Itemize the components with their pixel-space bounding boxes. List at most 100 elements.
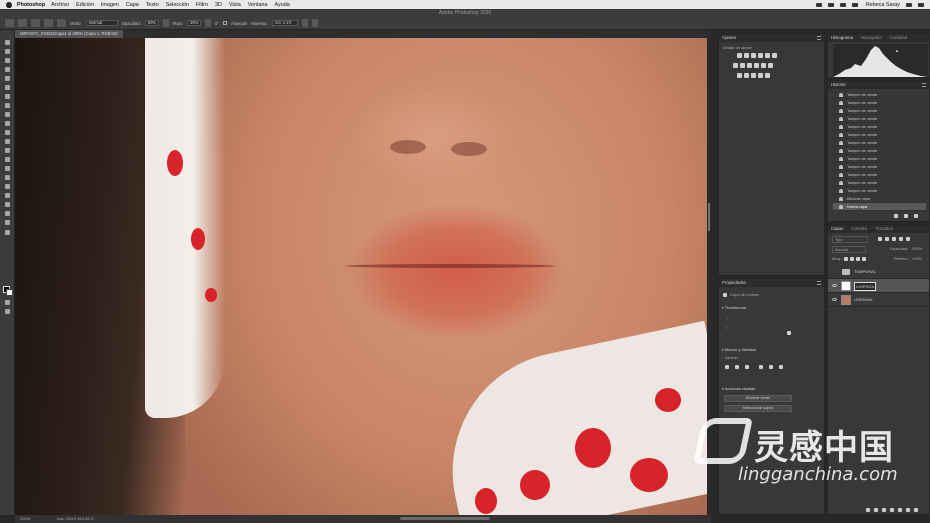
- layer-mask-icon[interactable]: [882, 508, 886, 512]
- tab-paths[interactable]: Trazados: [875, 225, 893, 233]
- align-left-icon[interactable]: [725, 365, 729, 369]
- history-item[interactable]: Tampón de clonar: [833, 131, 926, 139]
- doc-info[interactable]: Doc: 263,5 M/2,85 G: [57, 515, 94, 523]
- align-bottom-icon[interactable]: [779, 365, 783, 369]
- threshold-icon[interactable]: [751, 73, 756, 78]
- history-item[interactable]: Tampón de clonar: [833, 115, 926, 123]
- align-section[interactable]: Alinear y distribuir: [722, 347, 757, 352]
- photo-filter-icon[interactable]: [754, 63, 759, 68]
- filter-smart-icon[interactable]: [906, 237, 910, 241]
- adjustment-layer-icon[interactable]: [890, 508, 894, 512]
- menu-ventana[interactable]: Ventana: [248, 2, 268, 8]
- flip-icon[interactable]: [787, 331, 791, 335]
- canvas-horizontal-scrollbar[interactable]: [400, 517, 490, 520]
- curves-icon[interactable]: [751, 53, 756, 58]
- align-middle-icon[interactable]: [769, 365, 773, 369]
- angle-value[interactable]: 0°: [215, 21, 219, 26]
- lock-transparency-icon[interactable]: [844, 257, 848, 261]
- quick-select-tool-icon[interactable]: [4, 67, 11, 72]
- trash-icon[interactable]: [914, 214, 918, 218]
- menu-vista[interactable]: Vista: [229, 2, 241, 8]
- menu-capa[interactable]: Capa: [126, 2, 139, 8]
- channel-mixer-icon[interactable]: [761, 63, 766, 68]
- path-select-tool-icon[interactable]: [4, 193, 11, 198]
- lock-position-icon[interactable]: [856, 257, 860, 261]
- new-group-icon[interactable]: [898, 508, 902, 512]
- align-right-icon[interactable]: [745, 365, 749, 369]
- brightness-contrast-icon[interactable]: [737, 53, 742, 58]
- history-item[interactable]: Tampón de clonar: [833, 171, 926, 179]
- invert-icon[interactable]: [737, 73, 742, 78]
- frame-tool-icon[interactable]: [4, 85, 11, 90]
- snapshot-icon[interactable]: [904, 214, 908, 218]
- lasso-tool-icon[interactable]: [4, 58, 11, 63]
- crop-tool-icon[interactable]: [4, 76, 11, 81]
- hue-saturation-icon[interactable]: [733, 63, 738, 68]
- zoom-tool-icon[interactable]: [4, 220, 11, 225]
- selective-color-icon[interactable]: [758, 73, 763, 78]
- adjustments-tab[interactable]: Ajustes: [719, 34, 824, 42]
- app-menu[interactable]: Photoshop: [17, 2, 45, 8]
- history-item-selected[interactable]: Nueva capa: [833, 203, 926, 211]
- menu-seleccion[interactable]: Selección: [166, 2, 189, 8]
- aligned-checkbox[interactable]: [223, 21, 227, 25]
- history-item[interactable]: Tampón de clonar: [833, 155, 926, 163]
- flag-icon[interactable]: [851, 2, 858, 7]
- layer-name-edit[interactable]: LIMPIEZA: [854, 282, 877, 291]
- brush-tool-icon[interactable]: [4, 112, 11, 117]
- mode-select[interactable]: Normal: [85, 20, 118, 26]
- battery-icon[interactable]: [839, 2, 846, 7]
- link-layers-icon[interactable]: [866, 508, 870, 512]
- fill-value[interactable]: 100%: [912, 256, 922, 261]
- document-canvas[interactable]: [15, 38, 711, 515]
- layer-name[interactable]: ORIGINAL: [854, 293, 873, 307]
- filter-pixel-icon[interactable]: [878, 237, 882, 241]
- layer-row-group[interactable]: TEMPORAL: [828, 265, 929, 279]
- menu-edicion[interactable]: Edición: [76, 2, 94, 8]
- background-color-swatch[interactable]: [6, 289, 13, 296]
- pressure-size-icon[interactable]: [311, 19, 318, 27]
- menu-archivo[interactable]: Archivo: [51, 2, 69, 8]
- transform-section[interactable]: Transformar: [722, 305, 747, 310]
- properties-tab[interactable]: Propiedades: [719, 279, 824, 287]
- tab-channels[interactable]: Canales: [851, 225, 867, 233]
- history-item[interactable]: Tampón de clonar: [833, 123, 926, 131]
- layer-name[interactable]: TEMPORAL: [854, 265, 876, 279]
- screen-mode-icon[interactable]: [4, 309, 11, 314]
- quick-actions-section[interactable]: Acciones rápidas: [722, 386, 755, 391]
- eyedropper-tool-icon[interactable]: [4, 94, 11, 99]
- filter-type-icon[interactable]: [892, 237, 896, 241]
- histogram-warning-icon[interactable]: ▲: [895, 48, 899, 53]
- gradient-map-icon[interactable]: [765, 73, 770, 78]
- history-tab[interactable]: Historia: [828, 81, 929, 89]
- exposure-icon[interactable]: [758, 53, 763, 58]
- brush-size-icon[interactable]: [31, 19, 40, 27]
- levels-icon[interactable]: [744, 53, 749, 58]
- healing-brush-tool-icon[interactable]: [4, 103, 11, 108]
- layer-style-icon[interactable]: [874, 508, 878, 512]
- type-tool-icon[interactable]: [4, 184, 11, 189]
- transform-h-field[interactable]: ↕: [725, 325, 727, 330]
- document-tab[interactable]: MRF2671_RGB33Capa1 al 200% (Capa 1, RGB/…: [15, 30, 123, 38]
- menu-texto[interactable]: Texto: [146, 2, 159, 8]
- history-item[interactable]: Tampón de clonar: [833, 99, 926, 107]
- clone-stamp-tool-icon[interactable]: [4, 121, 11, 126]
- layer-row-selected[interactable]: LIMPIEZA: [828, 279, 929, 293]
- layer-opacity-value[interactable]: 100%: [912, 246, 922, 251]
- flow-input[interactable]: 26%: [186, 20, 201, 26]
- align-top-icon[interactable]: [759, 365, 763, 369]
- new-layer-icon[interactable]: [906, 508, 910, 512]
- tab-histogram[interactable]: Histograma: [831, 34, 853, 42]
- vibrance-icon[interactable]: [765, 53, 770, 58]
- move-tool-icon[interactable]: [4, 40, 11, 45]
- gradient-tool-icon[interactable]: [4, 148, 11, 153]
- remove-background-button[interactable]: Eliminar fondo: [724, 395, 792, 402]
- pen-tool-icon[interactable]: [4, 175, 11, 180]
- marquee-tool-icon[interactable]: [4, 49, 11, 54]
- scroll-thumb[interactable]: [708, 203, 710, 231]
- more-tools-icon[interactable]: [4, 230, 11, 235]
- transform-w-field[interactable]: ↔: [725, 315, 729, 320]
- hand-tool-icon[interactable]: [4, 211, 11, 216]
- menu-filtro[interactable]: Filtro: [196, 2, 208, 8]
- search-icon[interactable]: [906, 2, 912, 7]
